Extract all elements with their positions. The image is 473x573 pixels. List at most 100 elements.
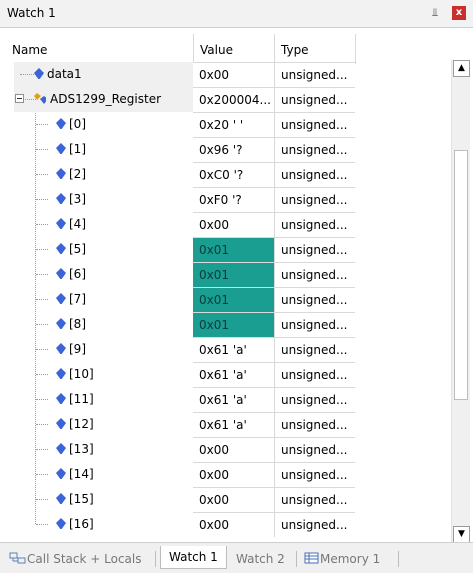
type-cell: unsigned... — [274, 187, 355, 212]
name-cell[interactable]: data1 — [14, 62, 193, 87]
name-cell[interactable]: [16] — [14, 512, 193, 537]
value-cell[interactable]: 0x01 — [193, 312, 274, 337]
name-cell[interactable]: [2] — [14, 162, 193, 187]
name-cell[interactable]: [8] — [14, 312, 193, 337]
tab-watch-1[interactable]: Watch 1 — [160, 546, 227, 569]
value-cell[interactable]: 0x01 — [193, 287, 274, 312]
name-cell[interactable]: [12] — [14, 412, 193, 437]
table-row[interactable]: [10] 0x61 'a' unsigned... — [0, 362, 355, 387]
table-row[interactable]: [8] 0x01 unsigned... — [0, 312, 355, 337]
variable-icon — [56, 443, 66, 454]
table-row[interactable]: [16] 0x00 unsigned... — [0, 512, 355, 537]
tab-memory-1[interactable]: Memory 1 — [304, 549, 380, 569]
table-row[interactable]: [0] 0x20 ' ' unsigned... — [0, 112, 355, 137]
value-cell[interactable]: 0x01 — [193, 262, 274, 287]
name-cell[interactable]: [9] — [14, 337, 193, 362]
variable-icon — [56, 218, 66, 229]
variable-icon — [56, 318, 66, 329]
tree-connector — [36, 449, 48, 450]
arrow-down-icon: ▼ — [458, 529, 465, 539]
value-cell[interactable]: 0x00 — [193, 62, 274, 87]
column-header-type[interactable]: Type — [281, 38, 309, 62]
name-cell[interactable]: [5] — [14, 237, 193, 262]
column-divider[interactable] — [274, 34, 275, 64]
tree-connector — [36, 324, 48, 325]
tree-connector — [36, 524, 48, 525]
table-row[interactable]: [6] 0x01 unsigned... — [0, 262, 355, 287]
variable-name: [10] — [69, 367, 94, 381]
name-cell[interactable]: [0] — [14, 112, 193, 137]
table-row[interactable]: [12] 0x61 'a' unsigned... — [0, 412, 355, 437]
name-cell[interactable]: [13] — [14, 437, 193, 462]
name-cell[interactable]: [14] — [14, 462, 193, 487]
value-cell[interactable]: 0x61 'a' — [193, 337, 274, 362]
value-cell[interactable]: 0x96 '? — [193, 137, 274, 162]
name-cell[interactable]: [7] — [14, 287, 193, 312]
table-row[interactable]: [15] 0x00 unsigned... — [0, 487, 355, 512]
table-row[interactable]: [11] 0x61 'a' unsigned... — [0, 387, 355, 412]
tab-call-stack-locals[interactable]: Call Stack + Locals — [9, 549, 141, 569]
value-cell[interactable]: 0x61 'a' — [193, 387, 274, 412]
scroll-down-button[interactable]: ▼ — [453, 526, 470, 543]
name-cell[interactable]: [3] — [14, 187, 193, 212]
variable-name: data1 — [47, 67, 82, 81]
variable-name: ADS1299_Register — [50, 92, 162, 106]
vertical-scrollbar[interactable]: ▲ ▼ — [451, 60, 470, 543]
name-cell[interactable]: [15] — [14, 487, 193, 512]
name-cell[interactable]: ADS1299_Register — [14, 87, 193, 112]
column-header-name[interactable]: Name — [12, 38, 47, 62]
table-row[interactable]: [4] 0x00 unsigned... — [0, 212, 355, 237]
value-cell[interactable]: 0xC0 '? — [193, 162, 274, 187]
value-cell[interactable]: 0x00 — [193, 512, 274, 537]
table-row[interactable]: [9] 0x61 'a' unsigned... — [0, 337, 355, 362]
table-row[interactable]: data1 0x00 unsigned... — [0, 62, 355, 87]
column-divider[interactable] — [193, 34, 194, 64]
tab-watch-2[interactable]: Watch 2 — [236, 549, 285, 569]
scroll-up-button[interactable]: ▲ — [453, 60, 470, 77]
type-cell: unsigned... — [274, 162, 355, 187]
pin-icon[interactable]: ⫫ — [428, 6, 442, 20]
name-cell[interactable]: [1] — [14, 137, 193, 162]
value-cell[interactable]: 0x61 'a' — [193, 412, 274, 437]
value-cell[interactable]: 0x00 — [193, 462, 274, 487]
value-cell[interactable]: 0xF0 '? — [193, 187, 274, 212]
variable-icon — [56, 243, 66, 254]
table-row[interactable]: [1] 0x96 '? unsigned... — [0, 137, 355, 162]
value-cell[interactable]: 0x00 — [193, 212, 274, 237]
scroll-thumb[interactable] — [454, 150, 468, 400]
value-cell[interactable]: 0x20 ' ' — [193, 112, 274, 137]
table-row[interactable]: [7] 0x01 unsigned... — [0, 287, 355, 312]
collapse-toggle-icon[interactable] — [15, 94, 24, 103]
call-stack-icon — [9, 552, 26, 564]
tab-separator — [155, 551, 156, 567]
column-header-value[interactable]: Value — [200, 38, 233, 62]
value-cell[interactable]: 0x00 — [193, 487, 274, 512]
table-row[interactable]: [2] 0xC0 '? unsigned... — [0, 162, 355, 187]
value-cell[interactable]: 0x61 'a' — [193, 362, 274, 387]
name-cell[interactable]: [10] — [14, 362, 193, 387]
table-row[interactable]: [14] 0x00 unsigned... — [0, 462, 355, 487]
value-cell[interactable]: 0x00 — [193, 437, 274, 462]
tree-connector — [36, 349, 48, 350]
close-icon[interactable]: x — [452, 6, 466, 20]
value-cell[interactable]: 0x01 — [193, 237, 274, 262]
column-divider[interactable] — [355, 34, 356, 64]
variable-name: [11] — [69, 392, 94, 406]
table-row[interactable]: ADS1299_Register 0x200004... unsigned... — [0, 87, 355, 112]
type-cell: unsigned... — [274, 87, 355, 112]
table-row[interactable]: [3] 0xF0 '? unsigned... — [0, 187, 355, 212]
name-cell[interactable]: [11] — [14, 387, 193, 412]
variable-icon — [56, 193, 66, 204]
tree-connector — [36, 274, 48, 275]
value-cell[interactable]: 0x200004... — [193, 87, 274, 112]
table-row[interactable]: [5] 0x01 unsigned... — [0, 237, 355, 262]
variable-icon — [56, 368, 66, 379]
name-cell[interactable]: [6] — [14, 262, 193, 287]
type-cell: unsigned... — [274, 387, 355, 412]
name-cell[interactable]: [4] — [14, 212, 193, 237]
type-cell: unsigned... — [274, 287, 355, 312]
variable-name: [16] — [69, 517, 94, 531]
variable-icon — [56, 518, 66, 529]
variable-icon — [56, 418, 66, 429]
table-row[interactable]: [13] 0x00 unsigned... — [0, 437, 355, 462]
